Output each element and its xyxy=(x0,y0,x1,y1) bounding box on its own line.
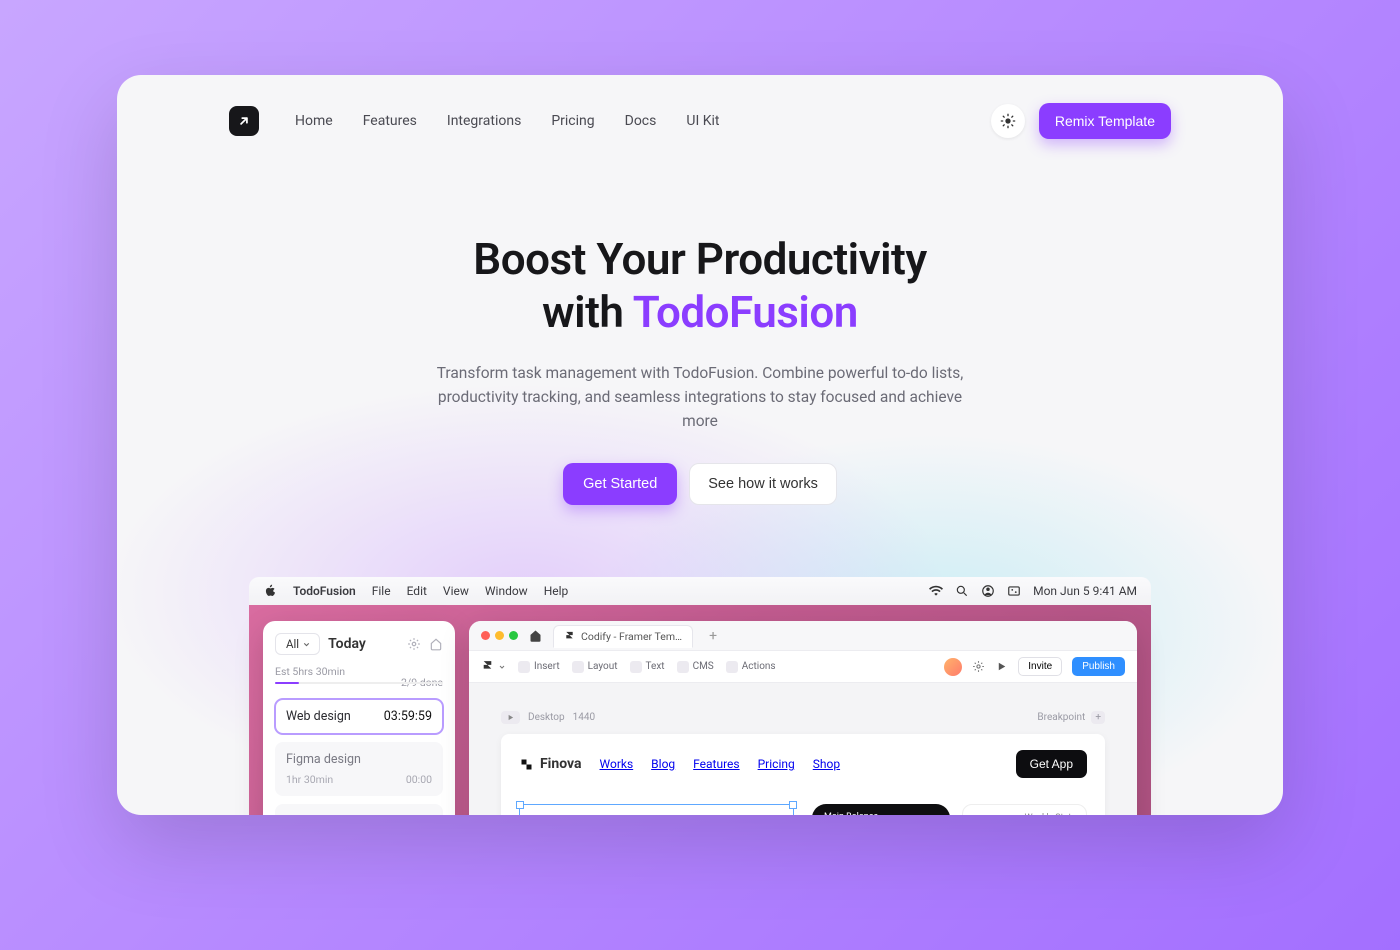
site-nav-pricing[interactable]: Pricing xyxy=(758,757,795,771)
toolbar-text[interactable]: Text xyxy=(630,661,665,673)
framer-toolbar: Insert Layout Text CMS Actions Invite Pu… xyxy=(469,651,1137,683)
toolbar-actions[interactable]: Actions xyxy=(726,661,776,673)
menubar-file[interactable]: File xyxy=(372,584,391,598)
site-nav-features[interactable]: Features xyxy=(693,757,739,771)
todo-panel: All Today Est 5hrs 30min 2/9 done Web de… xyxy=(263,621,455,815)
get-app-button[interactable]: Get App xyxy=(1016,750,1087,778)
todo-item-name: Web design xyxy=(286,709,351,724)
menubar-window[interactable]: Window xyxy=(485,584,528,598)
nav-pricing[interactable]: Pricing xyxy=(551,113,594,129)
framer-window: Codify - Framer Tem… + Insert Layout Tex… xyxy=(469,621,1137,815)
get-started-button[interactable]: Get Started xyxy=(563,463,677,505)
phone-mockup: Main Balance xyxy=(812,804,950,815)
todo-progress-bar xyxy=(275,682,443,684)
todo-item-timer: 03:59:59 xyxy=(384,709,432,724)
todo-item-name: Figma design xyxy=(286,752,361,767)
framer-icon xyxy=(481,660,494,673)
menubar-clock: Mon Jun 5 9:41 AM xyxy=(1033,584,1137,598)
control-center-icon xyxy=(1007,584,1021,598)
brand-mark-icon xyxy=(519,757,534,772)
product-screenshot: TodoFusion File Edit View Window Help Mo… xyxy=(249,577,1151,815)
wifi-icon xyxy=(929,584,943,598)
site-nav-blog[interactable]: Blog xyxy=(651,757,675,771)
hero-section: Boost Your Productivity with TodoFusion … xyxy=(117,139,1283,505)
mac-desktop: All Today Est 5hrs 30min 2/9 done Web de… xyxy=(249,605,1151,815)
todo-item[interactable]: Figma design 1hr 30min00:00 xyxy=(275,742,443,796)
toolbar-cms[interactable]: CMS xyxy=(677,661,714,673)
nav-home[interactable]: Home xyxy=(295,113,333,129)
see-how-button[interactable]: See how it works xyxy=(689,463,837,505)
apple-icon xyxy=(263,584,277,598)
toolbar-insert[interactable]: Insert xyxy=(518,661,560,673)
todo-title: Today xyxy=(328,636,366,652)
mac-menubar: TodoFusion File Edit View Window Help Mo… xyxy=(249,577,1151,605)
hero-title: Boost Your Productivity with TodoFusion xyxy=(177,233,1223,339)
hero-subtitle: Transform task management with TodoFusio… xyxy=(420,361,980,433)
stats-card: Weekly Stats xyxy=(962,804,1087,815)
nav-uikit[interactable]: UI Kit xyxy=(686,113,719,129)
browser-tab[interactable]: Codify - Framer Tem… xyxy=(553,625,693,648)
avatar[interactable] xyxy=(944,658,962,676)
user-icon xyxy=(981,584,995,598)
framer-menu[interactable] xyxy=(481,660,506,673)
todo-item[interactable]: Report 2hr 30min30:00 xyxy=(275,804,443,815)
publish-button[interactable]: Publish xyxy=(1072,657,1125,676)
site-brand: Finova xyxy=(519,756,582,772)
canvas-device-label: Desktop xyxy=(528,712,565,723)
nav-integrations[interactable]: Integrations xyxy=(447,113,521,129)
canvas-width: 1440 xyxy=(573,712,595,723)
menubar-edit[interactable]: Edit xyxy=(407,584,427,598)
new-tab-button[interactable]: + xyxy=(709,628,717,644)
menubar-help[interactable]: Help xyxy=(544,584,569,598)
chevron-down-icon xyxy=(302,640,311,649)
todo-item[interactable]: Web design 03:59:59 xyxy=(275,699,443,734)
website-preview: Finova Works Blog Features Pricing Shop … xyxy=(501,734,1105,815)
play-chip[interactable] xyxy=(501,711,520,724)
site-nav-works[interactable]: Works xyxy=(600,757,634,771)
gear-icon[interactable] xyxy=(407,637,421,651)
menubar-app-name: TodoFusion xyxy=(293,584,356,598)
play-icon[interactable] xyxy=(995,660,1008,673)
remix-template-button[interactable]: Remix Template xyxy=(1039,103,1171,139)
menubar-view[interactable]: View xyxy=(443,584,469,598)
chevron-down-icon xyxy=(498,663,506,671)
home-icon[interactable] xyxy=(528,628,543,643)
framer-icon xyxy=(564,631,575,642)
nav-docs[interactable]: Docs xyxy=(625,113,657,129)
breakpoint-label: Breakpoint xyxy=(1037,712,1085,723)
arrow-up-right-icon xyxy=(237,114,251,128)
toolbar-layout[interactable]: Layout xyxy=(572,661,618,673)
gear-icon[interactable] xyxy=(972,660,985,673)
add-breakpoint-button[interactable]: + xyxy=(1091,711,1105,724)
theme-toggle-button[interactable] xyxy=(991,104,1025,138)
primary-nav: Home Features Integrations Pricing Docs … xyxy=(295,113,720,129)
browser-tabbar: Codify - Framer Tem… + xyxy=(469,621,1137,651)
home-icon[interactable] xyxy=(429,637,443,651)
page-header: Home Features Integrations Pricing Docs … xyxy=(117,75,1283,139)
invite-button[interactable]: Invite xyxy=(1018,657,1062,676)
brand-logo[interactable] xyxy=(229,106,259,136)
traffic-lights[interactable] xyxy=(481,631,518,640)
nav-features[interactable]: Features xyxy=(363,113,417,129)
search-icon xyxy=(955,584,969,598)
todo-item-name: Report xyxy=(286,814,323,815)
sun-icon xyxy=(1000,113,1016,129)
framer-canvas: Desktop 1440 Breakpoint + Finova xyxy=(469,683,1137,815)
todo-filter-dropdown[interactable]: All xyxy=(275,633,320,655)
selected-element[interactable]: Customize everything Versatile Solution xyxy=(519,804,794,815)
site-nav-shop[interactable]: Shop xyxy=(813,757,840,771)
